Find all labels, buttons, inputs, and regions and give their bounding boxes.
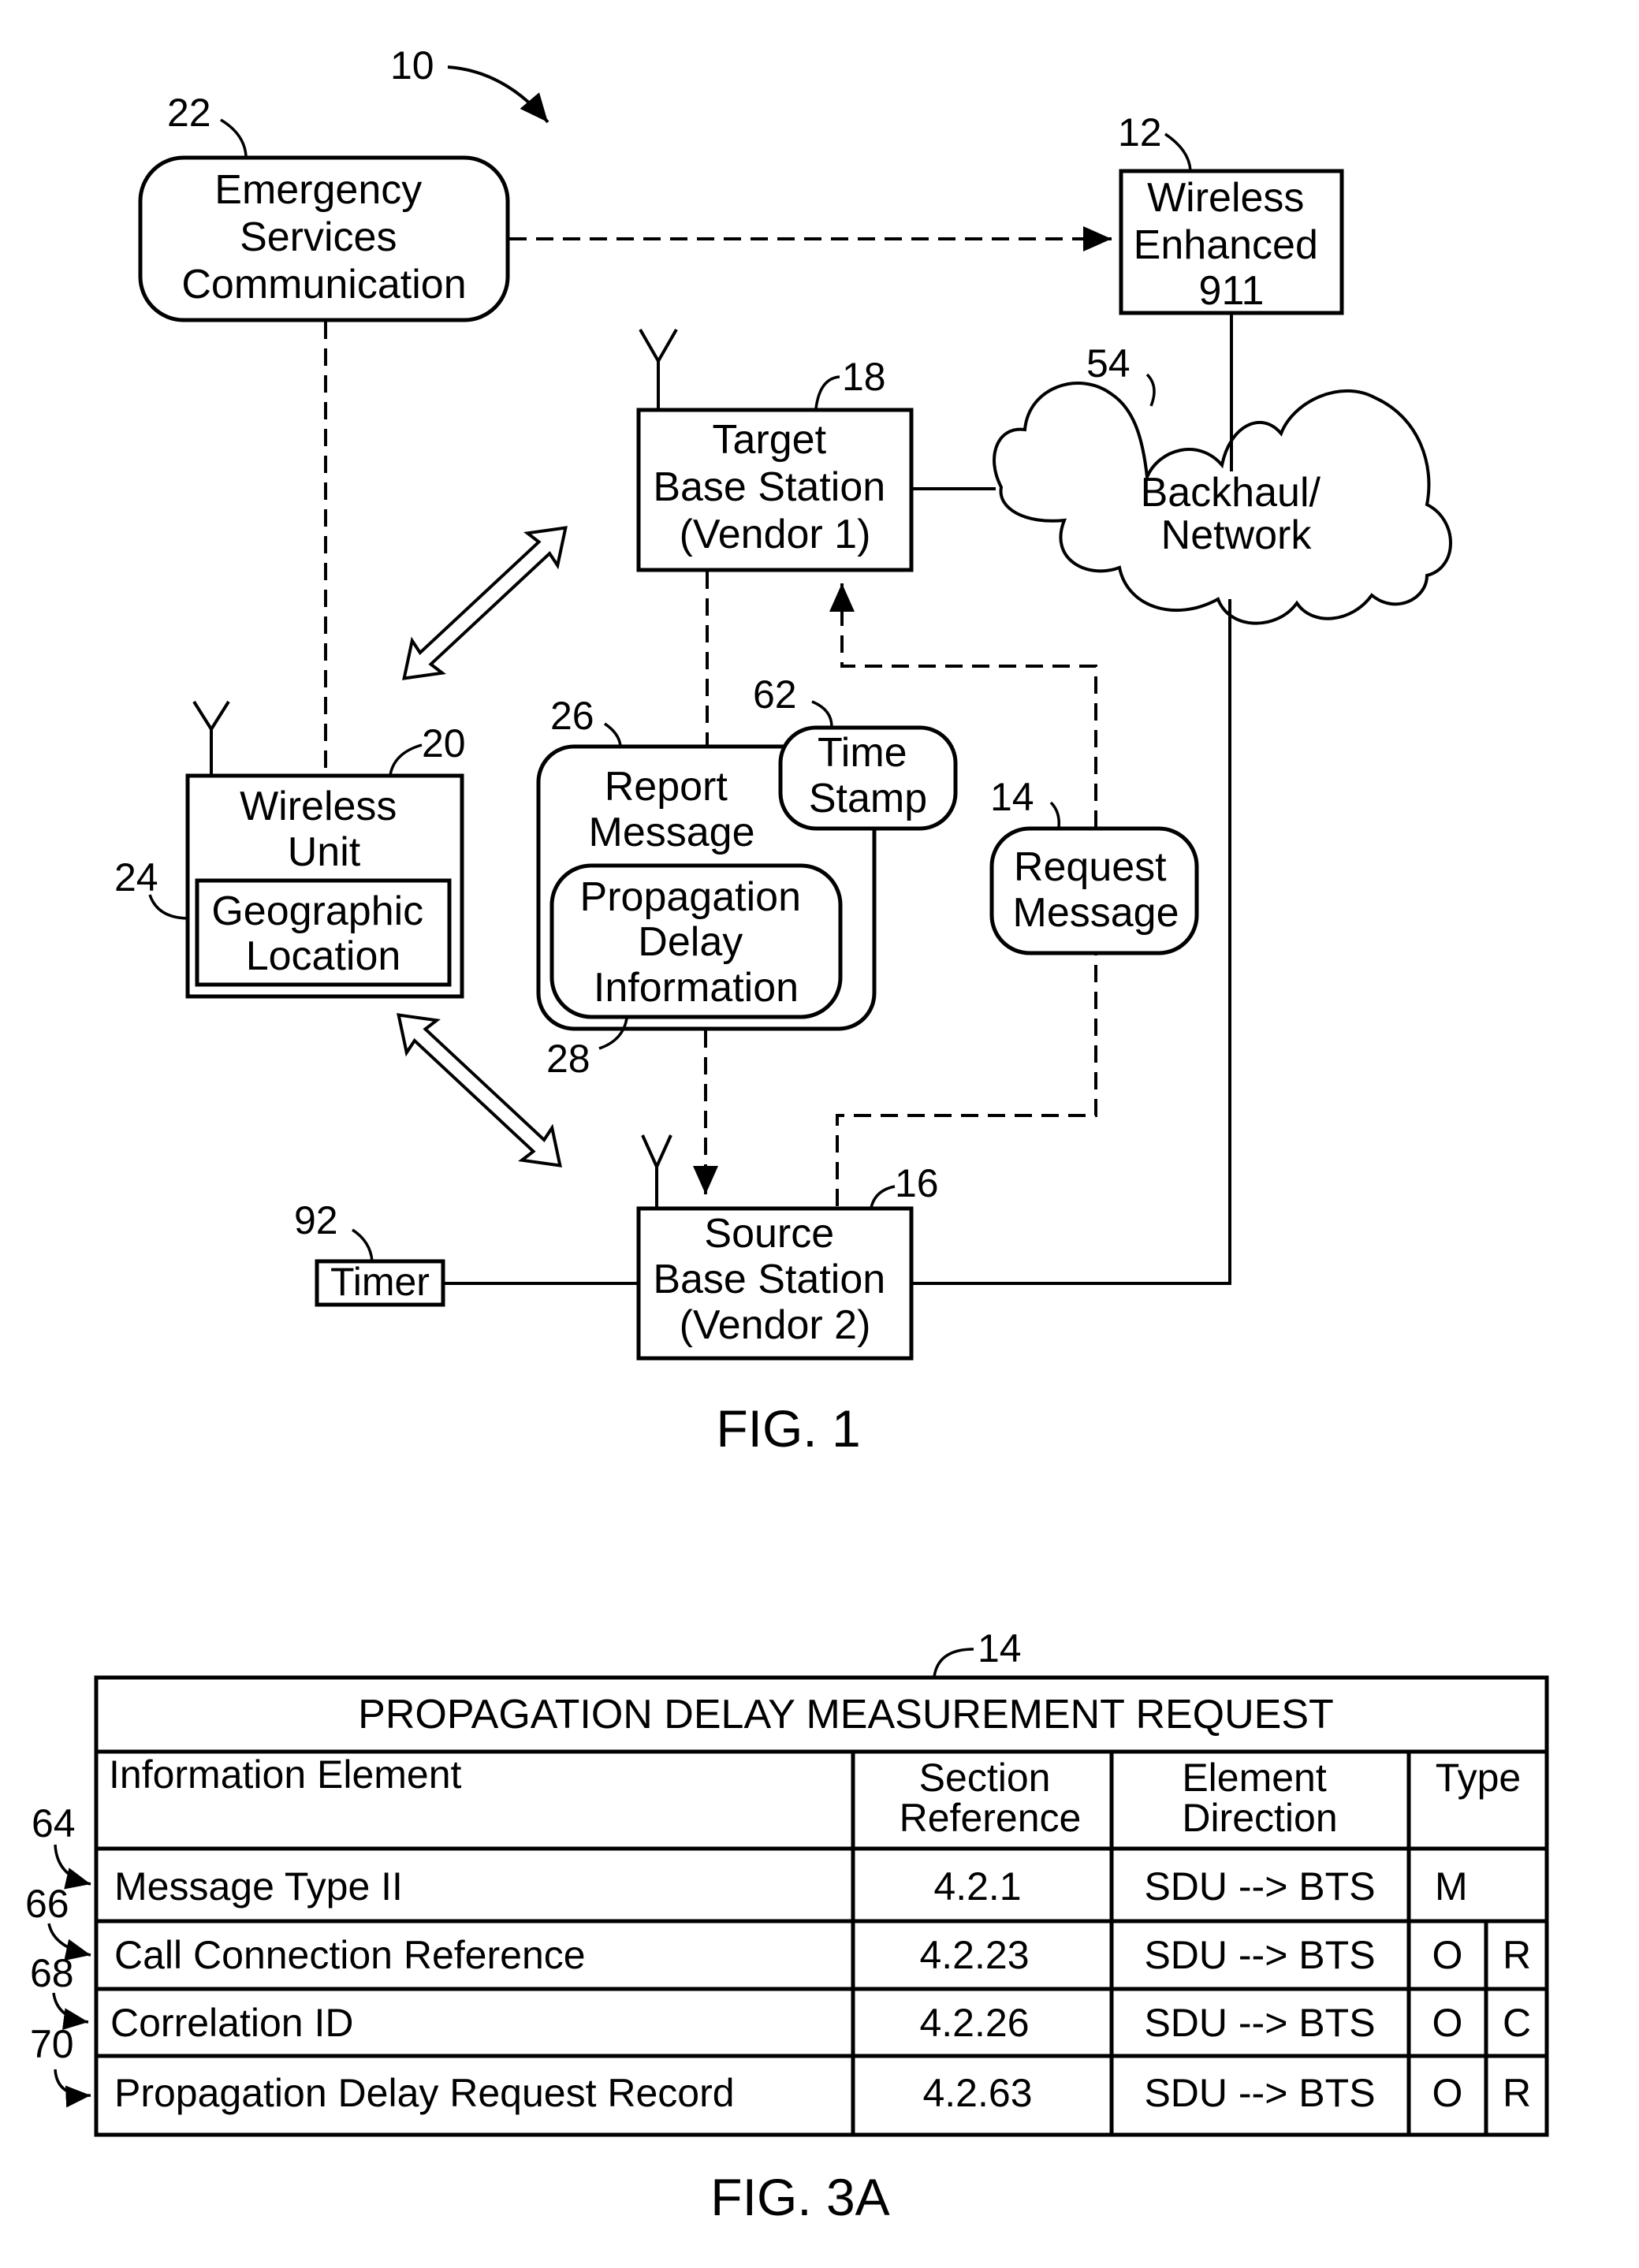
cell-type: M bbox=[1435, 1864, 1468, 1909]
table-title: PROPAGATION DELAY MEASUREMENT REQUEST bbox=[358, 1692, 1334, 1737]
ref-label-10: 10 bbox=[390, 43, 434, 88]
row-ref-70: 70 bbox=[30, 2022, 74, 2066]
leader-26 bbox=[604, 722, 622, 747]
ref-arrow-10 bbox=[447, 65, 549, 124]
header-section-reference: Section Reference bbox=[900, 1756, 1082, 1840]
ref-label-18: 18 bbox=[842, 355, 886, 399]
leader-12 bbox=[1164, 132, 1192, 171]
row-arrow-68 bbox=[52, 1992, 89, 2030]
ref-label-28: 28 bbox=[546, 1037, 590, 1081]
cell-section-reference: 4.2.1 bbox=[933, 1864, 1021, 1909]
cell-element-direction: SDU --> BTS bbox=[1144, 1933, 1375, 1977]
request-message-label: Request Message bbox=[1013, 844, 1179, 936]
cell-section-reference: 4.2.26 bbox=[919, 2001, 1029, 2045]
cell-information-element: Correlation ID bbox=[110, 2001, 353, 2045]
timer-label: Timer bbox=[330, 1260, 430, 1304]
leader-54 bbox=[1145, 373, 1156, 407]
cell-section-reference: 4.2.23 bbox=[919, 1933, 1029, 1977]
leader-18 bbox=[814, 375, 840, 409]
antenna-icon bbox=[192, 700, 230, 775]
ref-label-92: 92 bbox=[294, 1198, 338, 1242]
row-arrow-66 bbox=[47, 1923, 91, 1961]
cell-element-direction: SDU --> BTS bbox=[1144, 1864, 1375, 1909]
figure-1-caption: FIG. 1 bbox=[716, 1399, 860, 1458]
cell-information-element: Call Connection Reference bbox=[114, 1933, 586, 1977]
row-ref-64: 64 bbox=[32, 1801, 76, 1845]
cell-subtype: R bbox=[1503, 2071, 1531, 2115]
ref-label-14-table: 14 bbox=[978, 1626, 1022, 1670]
figure-3a-table: 14 PROPAGATION DELAY MEASUREMENT REQUEST… bbox=[25, 1626, 1549, 2226]
leader-62 bbox=[811, 700, 833, 728]
bidirectional-link-icon-upper bbox=[402, 526, 568, 680]
network-label: Backhaul/ Network bbox=[1141, 470, 1332, 558]
leader-22 bbox=[220, 118, 248, 157]
cell-type: O bbox=[1432, 2071, 1463, 2115]
cell-subtype: C bbox=[1503, 2001, 1531, 2045]
leader-14-table bbox=[933, 1648, 974, 1678]
cell-element-direction: SDU --> BTS bbox=[1144, 2071, 1375, 2115]
cell-section-reference: 4.2.63 bbox=[922, 2071, 1032, 2115]
figure-3a-caption: FIG. 3A bbox=[710, 2168, 889, 2226]
ref-label-16: 16 bbox=[895, 1161, 939, 1205]
antenna-icon bbox=[639, 329, 678, 410]
patent-drawing-sheet: 10 22 Emergency Services Communication 1… bbox=[25, 43, 1549, 2226]
ref-label-14-fig1: 14 bbox=[990, 775, 1034, 819]
leader-92 bbox=[352, 1228, 374, 1262]
cell-element-direction: SDU --> BTS bbox=[1144, 2001, 1375, 2045]
row-ref-68: 68 bbox=[30, 1951, 74, 1995]
report-message-label: Report Message bbox=[589, 764, 755, 855]
ref-label-62: 62 bbox=[753, 672, 797, 717]
ref-label-24: 24 bbox=[114, 855, 158, 899]
cell-information-element: Message Type II bbox=[114, 1864, 403, 1909]
antenna-icon bbox=[641, 1134, 672, 1208]
cell-type: O bbox=[1432, 1933, 1463, 1977]
leader-20 bbox=[389, 743, 423, 776]
ref-label-20: 20 bbox=[422, 721, 466, 765]
row-ref-66: 66 bbox=[25, 1882, 69, 1926]
ref-label-12: 12 bbox=[1118, 110, 1162, 155]
ref-label-54: 54 bbox=[1086, 341, 1131, 385]
leader-16 bbox=[870, 1185, 896, 1208]
ref-label-22: 22 bbox=[167, 91, 211, 135]
row-arrow-64 bbox=[54, 1844, 91, 1890]
header-element-direction: Element Direction bbox=[1182, 1756, 1337, 1840]
cell-information-element: Propagation Delay Request Record bbox=[114, 2071, 735, 2115]
cell-type: O bbox=[1432, 2001, 1463, 2045]
header-type: Type bbox=[1436, 1756, 1521, 1800]
ref-label-26: 26 bbox=[550, 694, 594, 738]
figure-1: 10 22 Emergency Services Communication 1… bbox=[114, 43, 1452, 1458]
bidirectional-link-icon-lower bbox=[397, 1013, 562, 1168]
leader-14-fig1 bbox=[1049, 801, 1061, 829]
header-information-element: Information Element bbox=[109, 1752, 462, 1797]
cell-subtype: R bbox=[1503, 1933, 1531, 1977]
time-stamp-label: Time Stamp bbox=[809, 730, 927, 821]
row-arrow-70 bbox=[54, 2069, 91, 2108]
